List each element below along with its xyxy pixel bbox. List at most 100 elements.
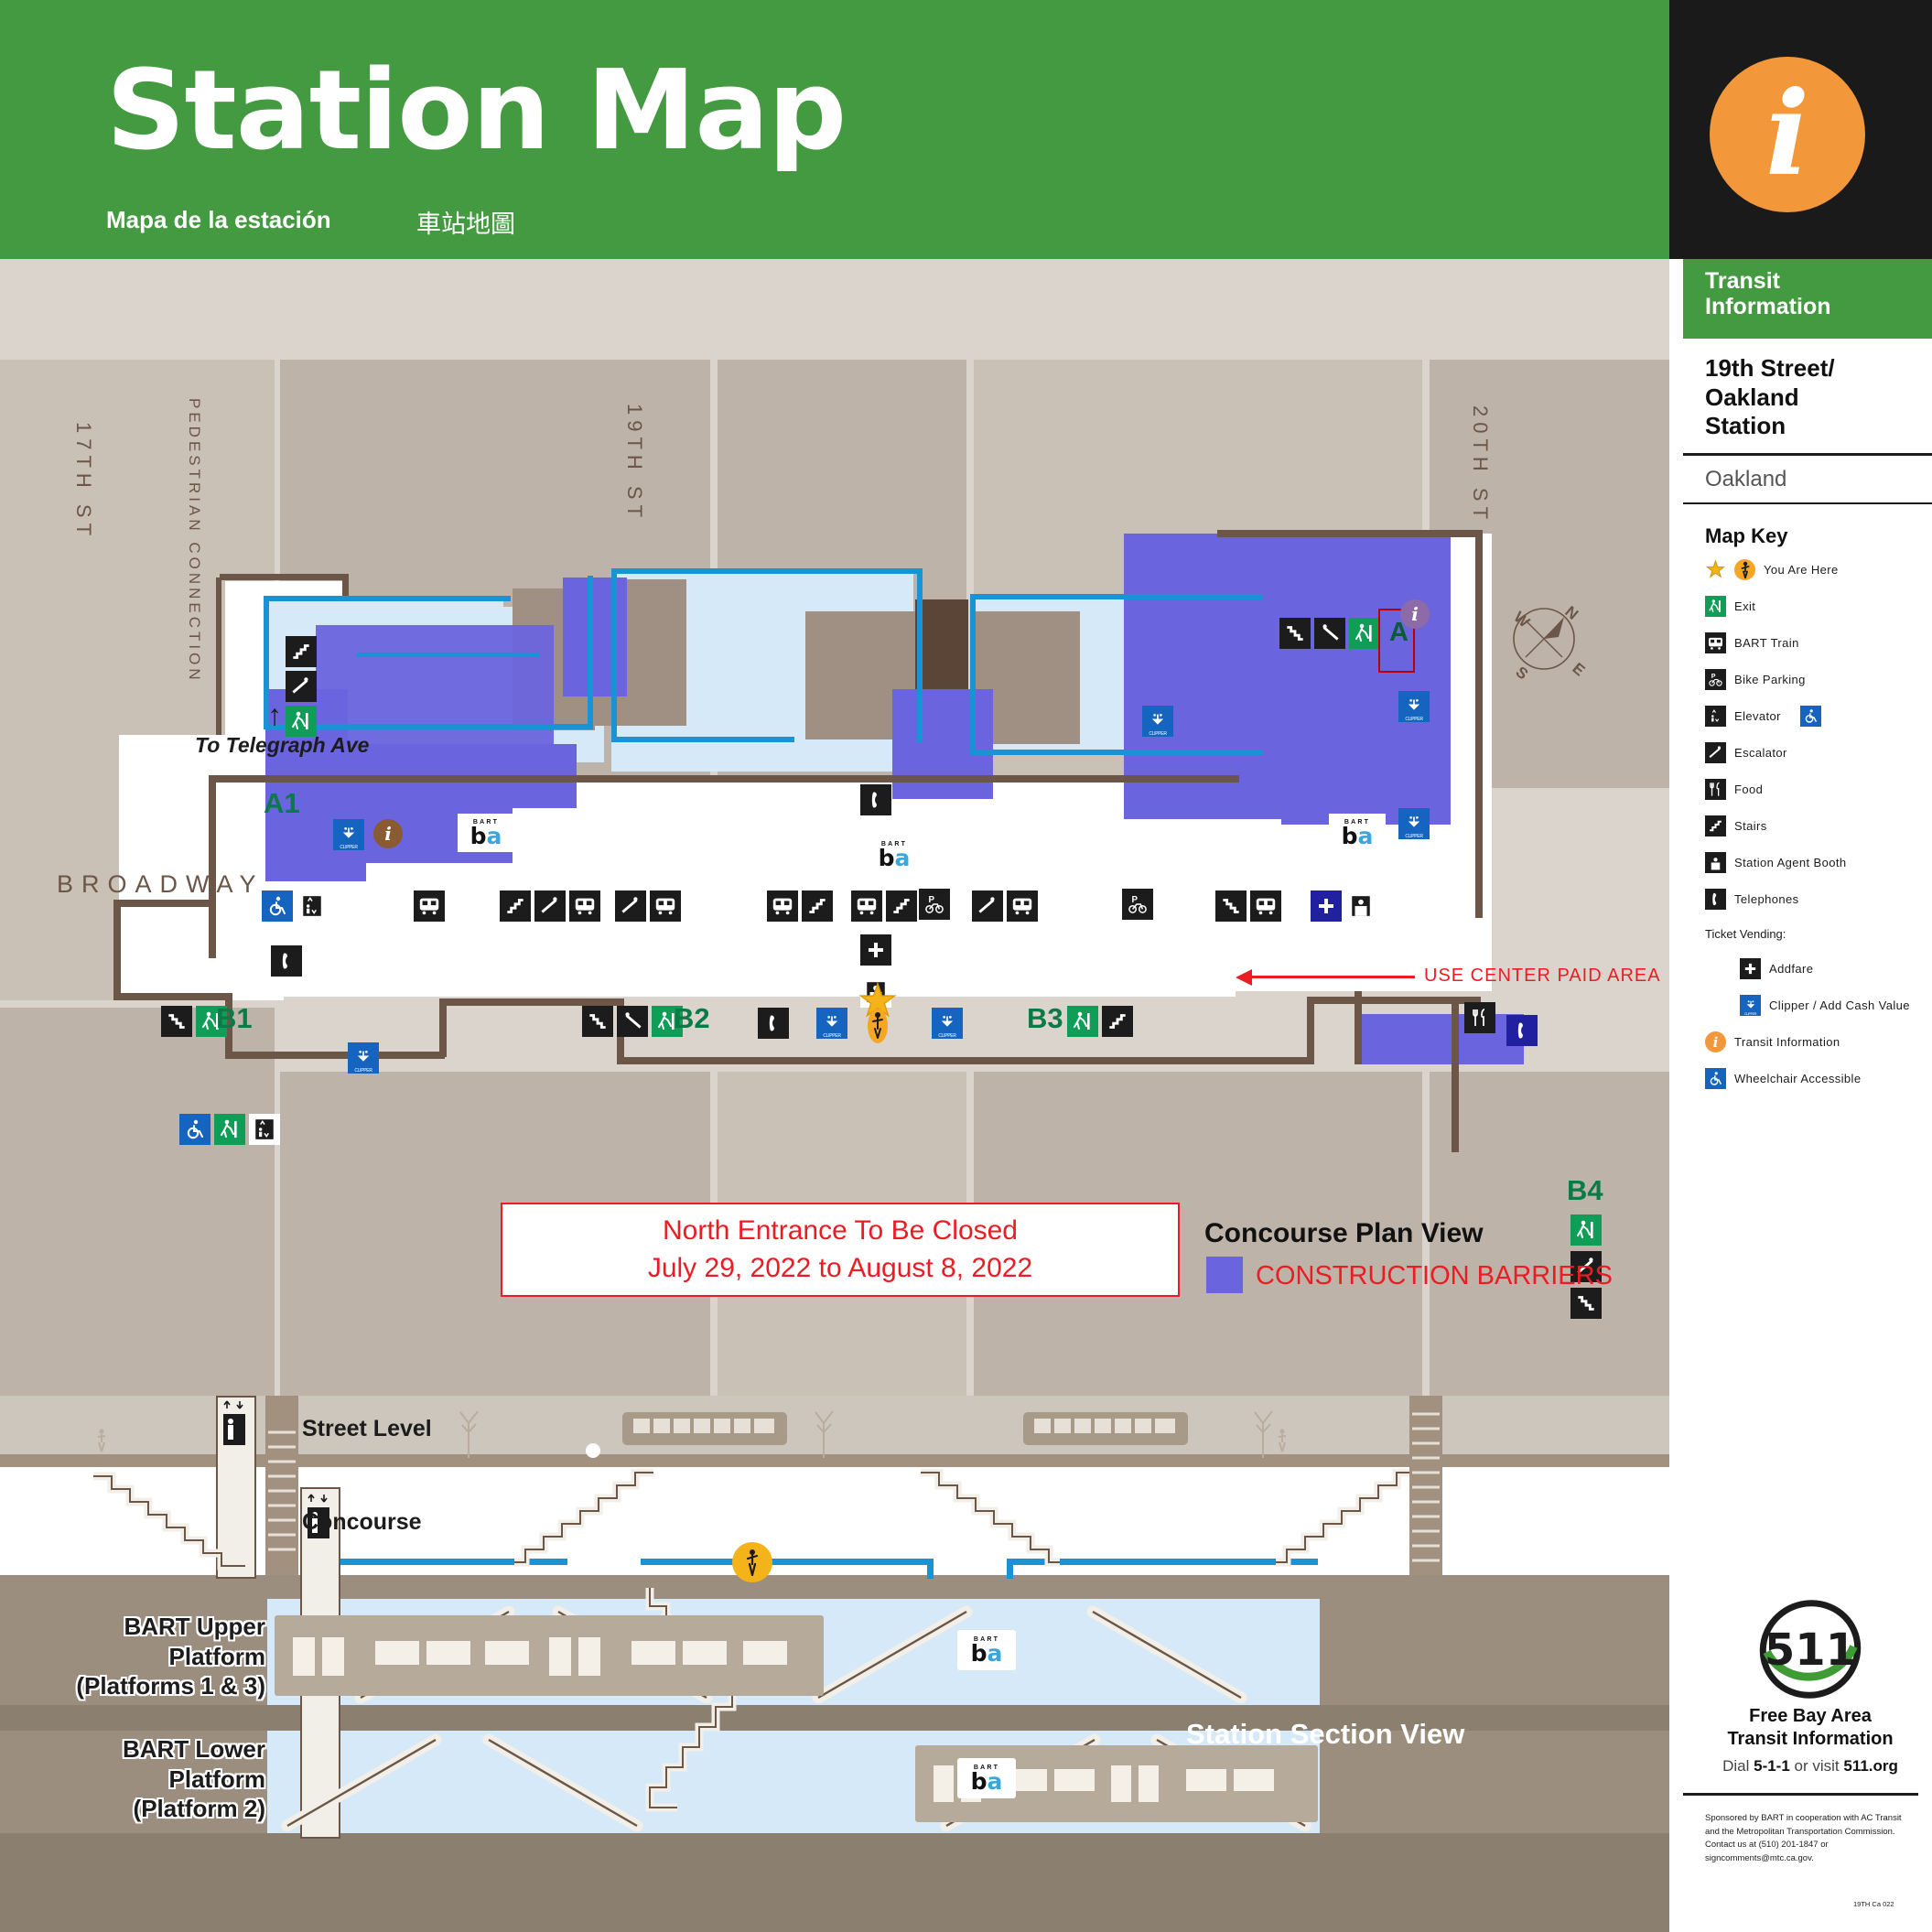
entrance-label-b2: B2 [674, 1002, 710, 1034]
exit-icon [286, 706, 317, 737]
divider [1683, 1793, 1918, 1796]
section-bus [622, 1412, 787, 1445]
map-key-label: Telephones [1734, 892, 1799, 906]
svg-text:E: E [1569, 660, 1588, 680]
exit-icon [214, 1114, 245, 1145]
svg-text:P: P [929, 895, 935, 905]
clipper-label: CLIPPER [340, 845, 358, 850]
paid-bound-11 [970, 750, 1263, 755]
compass-rose: N E S W [1498, 593, 1590, 685]
section-stairs-shaft [265, 1396, 298, 1575]
bart-train-icon [569, 890, 600, 922]
construction-barrier-swatch [1206, 1257, 1243, 1293]
f511-dial-number: 5-1-1 [1754, 1757, 1790, 1775]
section-train-upper [275, 1615, 824, 1696]
transit-information-icon: i [1400, 599, 1430, 629]
entrance-label-b4: B4 [1567, 1174, 1603, 1206]
city-name: Oakland [1705, 467, 1787, 491]
entrance-label-b3: B3 [1027, 1002, 1063, 1034]
section-stair-run [1274, 1468, 1420, 1581]
info-i-glyph: i [1765, 66, 1809, 201]
map-key-row-clipper: CLIPPER Clipper / Add Cash Value [1740, 995, 1910, 1016]
exit-icon [1570, 1214, 1602, 1246]
divider [1683, 453, 1932, 456]
street-label-17th: 17TH ST [72, 422, 95, 542]
map-key-row-exit: Exit [1705, 596, 1755, 617]
bart-wordmark: BART ba [957, 1758, 1016, 1798]
section-pedestrian [95, 1429, 108, 1457]
bart-wordmark-main: ba [970, 1640, 1003, 1668]
construction-barrier-label: CONSTRUCTION BARRIERS [1256, 1261, 1613, 1290]
concourse-wall-w [209, 775, 216, 958]
concourse-wall-e2 [1475, 534, 1483, 918]
station-agent-booth-icon [1705, 852, 1726, 873]
map-key-label: You Are Here [1764, 563, 1839, 577]
entrance-label-a1: A1 [264, 787, 300, 819]
elevator-icon [1705, 706, 1726, 727]
divider [1683, 502, 1932, 504]
escalator-icon [1705, 742, 1726, 763]
section-stair-run [513, 1468, 659, 1581]
street-label-broadway: BROADWAY [57, 870, 264, 898]
f511-dial-line: Dial 5-1-1 or visit 511.org [1705, 1757, 1916, 1775]
escalator-icon [617, 1006, 648, 1037]
f511-dial-prefix: Dial [1722, 1757, 1754, 1775]
section-escalator [476, 1731, 650, 1838]
station-section-view-title: Station Section View [1186, 1718, 1465, 1750]
elevator-icon [297, 890, 328, 922]
addfare-icon [1740, 958, 1761, 979]
section-level-label-lower-platform: BART Lower Platform (Platform 2) [123, 1735, 265, 1822]
section-pedestrian [1276, 1429, 1289, 1457]
map-key-label: Station Agent Booth [1734, 856, 1847, 869]
entrance-label-b1: B1 [216, 1002, 253, 1034]
f511-number: 511 [1764, 1624, 1857, 1676]
clipper-label: CLIPPER [1743, 1012, 1757, 1016]
map-key-row-stairs: Stairs [1705, 815, 1767, 836]
map-key-title: Map Key [1705, 524, 1788, 547]
street-label-20th: 20TH ST [1469, 405, 1492, 525]
barrier-center-s [892, 689, 993, 799]
wheelchair-icon [1799, 706, 1821, 727]
bart-train-icon [650, 890, 681, 922]
map-key-row-station-agent-booth: Station Agent Booth [1705, 852, 1847, 873]
escalator-icon [972, 890, 1003, 922]
wheelchair-icon [1705, 1068, 1726, 1089]
map-key-row-transit-information: i Transit Information [1705, 1031, 1840, 1052]
bart-wordmark: BART ba [866, 836, 923, 874]
paid-bound-7 [611, 737, 794, 742]
concourse-wall-n1 [220, 574, 348, 580]
stairs-icon [886, 890, 917, 922]
ticket-vending-label: Ticket Vending: [1705, 927, 1786, 941]
paid-bound-9 [970, 594, 1263, 599]
section-bus-wheel-1 [586, 1443, 600, 1458]
map-key-row-addfare: Addfare [1740, 958, 1813, 979]
map-key-row-you-are-here: You Are Here [1705, 559, 1839, 580]
section-level-label-street: Street Level [302, 1416, 432, 1441]
exit-icon [1349, 618, 1380, 649]
barrier-phone-east [1355, 1014, 1524, 1064]
paid-bound-10 [970, 594, 976, 754]
paid-bound-4 [588, 576, 593, 729]
bart-wordmark-main: ba [1341, 823, 1374, 850]
map-key-label: Wheelchair Accessible [1734, 1072, 1862, 1085]
concourse-wall-e3 [1217, 530, 1483, 537]
map-key-label: Stairs [1734, 819, 1767, 833]
section-stairs-shaft [1409, 1396, 1442, 1575]
f511-block: 511 Free Bay Area Transit Information Di… [1705, 1599, 1916, 1775]
clipper-label: CLIPPER [354, 1068, 372, 1074]
map-key-label: Transit Information [1734, 1035, 1840, 1049]
svg-text:P: P [1132, 895, 1139, 905]
escalator-icon [615, 890, 646, 922]
concourse-wall-s2 [439, 998, 447, 1057]
exit-icon [1705, 596, 1726, 617]
transit-information-title: Transit Information [1705, 268, 1831, 319]
page-title: Station Map [106, 48, 847, 175]
clipper-label: CLIPPER [1405, 834, 1423, 839]
section-escalator [275, 1731, 448, 1838]
street-label-pedestrian-connection: PEDESTRIAN CONNECTION [186, 398, 203, 684]
map-key-row-food: Food [1705, 779, 1763, 800]
stairs-icon [161, 1006, 192, 1037]
barrier-center-n [563, 577, 627, 696]
bart-train-icon [1007, 890, 1038, 922]
escalator-icon [286, 671, 317, 702]
